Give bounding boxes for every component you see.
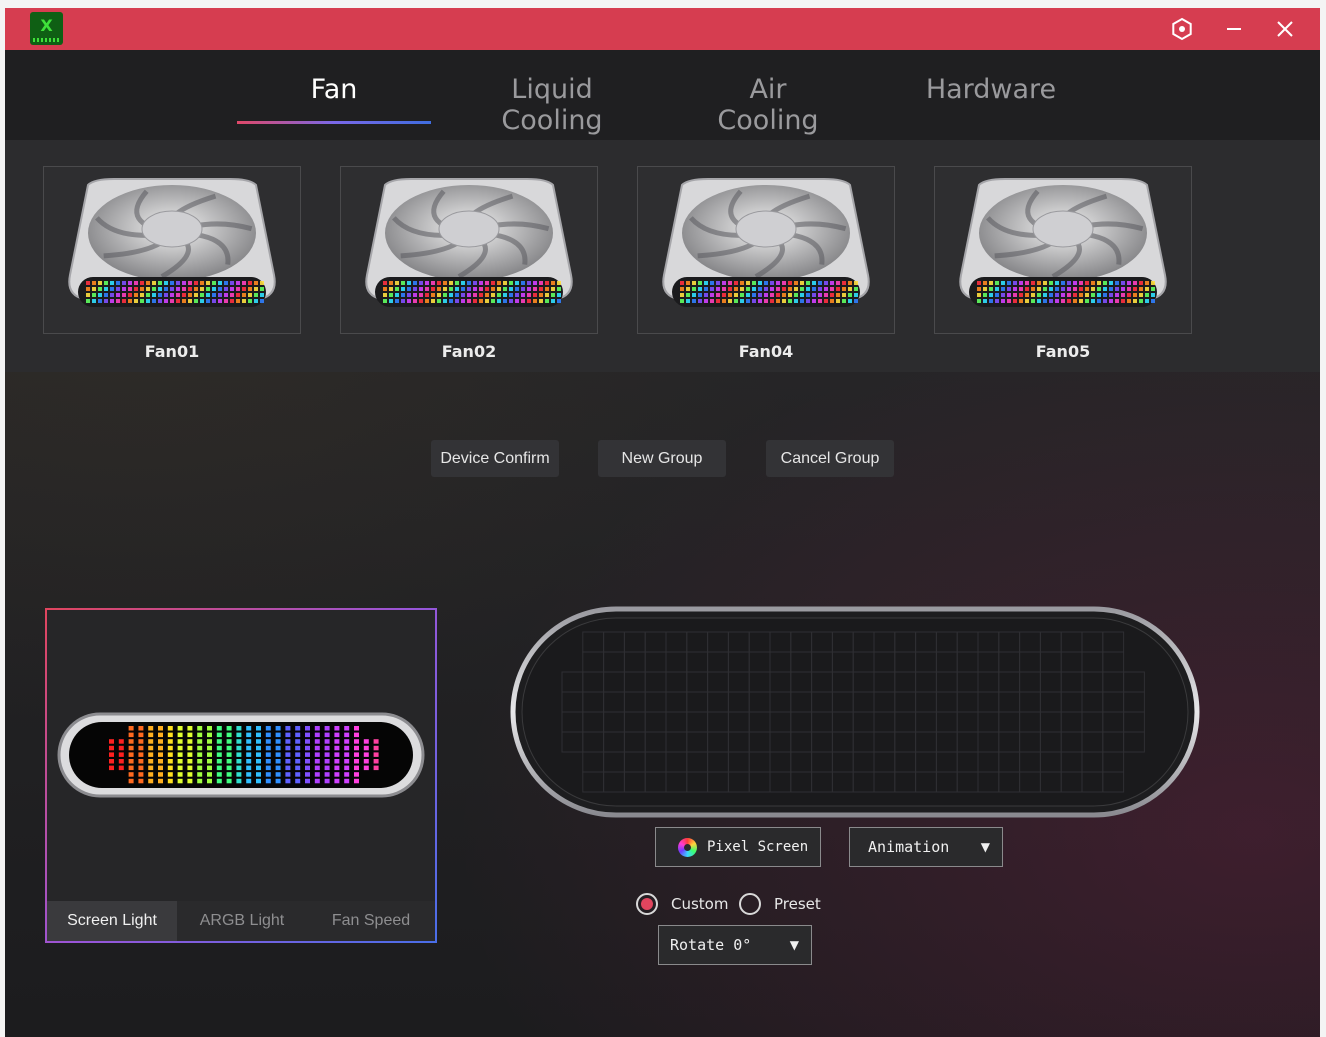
- device-label: Fan01: [144, 342, 200, 361]
- title-bar: X: [5, 8, 1320, 50]
- tab-liquid-cooling[interactable]: Liquid Cooling: [460, 74, 644, 136]
- minimize-icon[interactable]: [1220, 15, 1248, 43]
- device-item: Fan01: [43, 166, 301, 361]
- radio-circle: [739, 893, 761, 915]
- animation-dropdown[interactable]: Animation ▼: [849, 827, 1003, 867]
- main-tab-bar: Fan Liquid Cooling Air Cooling Hardware: [5, 50, 1320, 140]
- device-card-fan05[interactable]: [934, 166, 1192, 334]
- color-wheel-icon: [678, 838, 697, 857]
- tab-air-cooling[interactable]: Air Cooling: [695, 74, 841, 136]
- fan-device-image: [68, 178, 276, 307]
- animation-value: Animation: [868, 838, 950, 856]
- device-list: Fan01 Fan02 Fan04 Fan05: [5, 140, 1320, 372]
- tab-screen-light[interactable]: Screen Light: [47, 901, 177, 941]
- device-item: Fan02: [340, 166, 598, 361]
- tab-hardware[interactable]: Hardware: [921, 74, 1061, 114]
- pixel-screen-editor[interactable]: [510, 606, 1200, 818]
- custom-label: Custom: [671, 895, 729, 913]
- tab-argb-light[interactable]: ARGB Light: [177, 901, 307, 941]
- device-confirm-button[interactable]: Device Confirm: [431, 440, 559, 477]
- device-card-fan02[interactable]: [340, 166, 598, 334]
- pixel-strip-preview: [57, 712, 425, 798]
- tab-fan-speed[interactable]: Fan Speed: [307, 901, 435, 941]
- preview-tab-bar: Screen Light ARGB Light Fan Speed: [47, 901, 435, 941]
- tab-fan[interactable]: Fan: [237, 74, 431, 114]
- device-card-fan01[interactable]: [43, 166, 301, 334]
- app-window: X Fan Liquid Cooling Air Cooling Hardwar…: [5, 8, 1320, 1037]
- device-card-fan04[interactable]: [637, 166, 895, 334]
- rotate-value: Rotate 0°: [670, 936, 752, 954]
- device-label: Fan05: [1035, 342, 1091, 361]
- dropdown-caret-icon: ▼: [980, 840, 990, 854]
- device-item: Fan05: [934, 166, 1192, 361]
- new-group-button[interactable]: New Group: [598, 440, 726, 477]
- dropdown-caret-icon: ▼: [789, 938, 799, 952]
- fan-device-image: [662, 178, 870, 307]
- device-label: Fan02: [441, 342, 497, 361]
- pixel-screen-button[interactable]: Pixel Screen: [655, 827, 821, 867]
- rotate-dropdown[interactable]: Rotate 0° ▼: [658, 925, 812, 965]
- device-label: Fan04: [738, 342, 794, 361]
- app-logo: X: [30, 12, 63, 45]
- active-tab-indicator: [237, 121, 431, 124]
- fan-device-image: [959, 178, 1167, 307]
- cancel-group-button[interactable]: Cancel Group: [766, 440, 894, 477]
- fan-device-image: [365, 178, 573, 307]
- screen-preview-panel: Screen Light ARGB Light Fan Speed: [45, 608, 437, 943]
- pixel-screen-label: Pixel Screen: [707, 839, 809, 855]
- close-icon[interactable]: [1271, 15, 1299, 43]
- device-item: Fan04: [637, 166, 895, 361]
- preset-label: Preset: [774, 895, 821, 913]
- settings-gear-icon[interactable]: [1168, 15, 1196, 43]
- radio-circle: [636, 893, 658, 915]
